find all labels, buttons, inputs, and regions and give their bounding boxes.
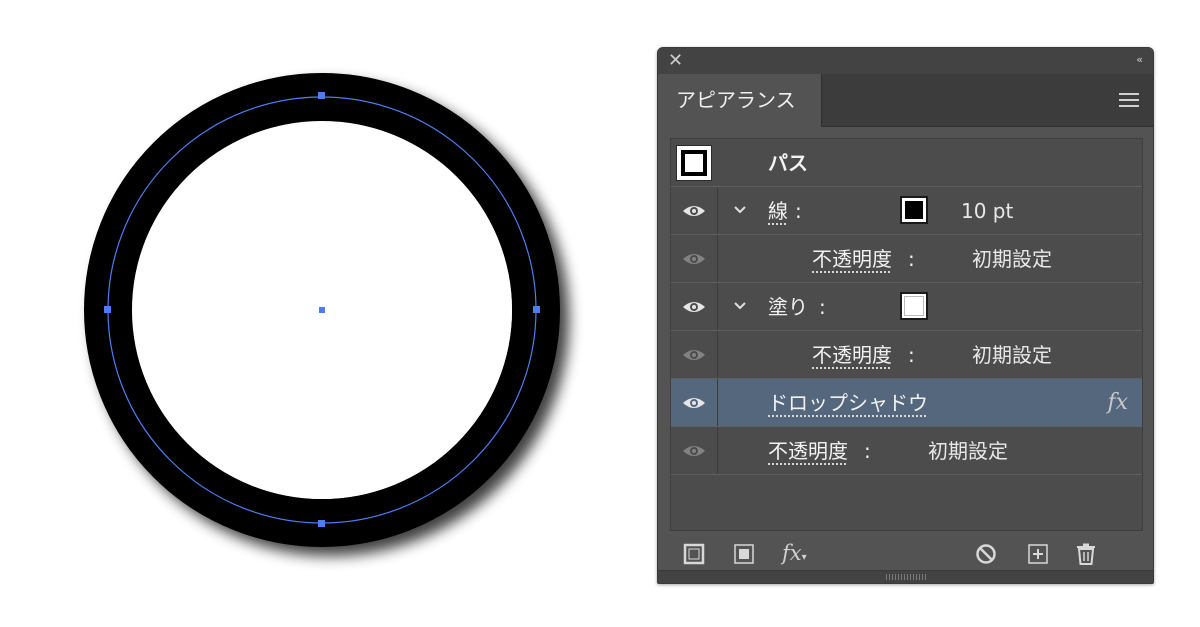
fill-opacity-colon: : — [908, 343, 915, 367]
visibility-eye-icon[interactable] — [682, 395, 706, 411]
opacity-colon: : — [864, 439, 871, 463]
tab-appearance[interactable]: アピアランス — [658, 74, 822, 127]
stroke-label[interactable]: 線 — [768, 187, 788, 235]
fill-color-swatch[interactable] — [900, 292, 928, 320]
effect-fx-icon[interactable]: fx — [1107, 379, 1128, 427]
opacity-value: 初期設定 — [928, 439, 1008, 463]
appearance-list: パス 線 : 10 pt 不透明度: 初期設定 塗り: 不透明度: 初期設… — [670, 138, 1143, 531]
fill-opacity-label[interactable]: 不透明度 — [812, 331, 892, 379]
stroke-opacity-row[interactable]: 不透明度 : 初期設定 — [671, 235, 1142, 283]
fill-opacity-value: 初期設定 — [972, 343, 1052, 367]
stroke-row[interactable]: 線 : 10 pt — [671, 187, 1142, 235]
visibility-eye-icon[interactable] — [682, 299, 706, 315]
drop-shadow-row[interactable]: ドロップシャドウ fx — [671, 379, 1142, 427]
grip-lines-icon — [886, 574, 926, 580]
fill-opacity-row[interactable]: 不透明度 : 初期設定 — [671, 331, 1142, 379]
visibility-eye-icon[interactable] — [682, 443, 706, 459]
panel-titlebar[interactable]: ✕ ‹‹ — [658, 48, 1153, 74]
anchor-point-left — [104, 306, 111, 313]
add-effect-icon[interactable]: fx▾ — [782, 538, 814, 565]
stroke-weight-value[interactable]: 10 pt — [961, 187, 1013, 235]
chevron-down-icon[interactable] — [733, 203, 747, 217]
anchor-point-top — [318, 92, 325, 99]
add-effect-label: fx — [782, 541, 802, 565]
anchor-point-bottom — [318, 520, 325, 527]
panel-resize-grip[interactable] — [658, 570, 1153, 583]
duplicate-item-icon[interactable] — [1026, 542, 1050, 566]
collapse-panel-icon[interactable]: ‹‹ — [1136, 51, 1143, 69]
fill-label[interactable]: 塗り — [768, 283, 808, 331]
clear-appearance-icon[interactable] — [974, 542, 998, 566]
visibility-eye-icon[interactable] — [682, 203, 706, 219]
stroke-color-swatch[interactable] — [900, 196, 928, 224]
anchor-point-right — [533, 306, 540, 313]
hamburger-menu-icon[interactable] — [1119, 93, 1139, 107]
drop-shadow-label[interactable]: ドロップシャドウ — [768, 379, 928, 427]
path-label: パス — [768, 151, 808, 175]
chevron-down-icon[interactable] — [733, 299, 747, 313]
stroke-opacity-label[interactable]: 不透明度 — [812, 235, 892, 283]
center-point — [319, 307, 325, 313]
opacity-row[interactable]: 不透明度 : 初期設定 — [671, 427, 1142, 475]
appearance-panel: ✕ ‹‹ アピアランス パス 線: 10 pt 不透明度: 初期設定 塗り … — [657, 47, 1154, 584]
delete-item-icon[interactable] — [1074, 542, 1098, 566]
stroke-opacity-colon: : — [908, 247, 915, 271]
visibility-eye-icon[interactable] — [682, 347, 706, 363]
fill-row[interactable]: 塗り : — [671, 283, 1142, 331]
fill-colon: : — [819, 295, 826, 319]
add-stroke-icon[interactable] — [682, 542, 706, 566]
path-row[interactable]: パス — [671, 139, 1142, 187]
opacity-label[interactable]: 不透明度 — [768, 427, 848, 475]
path-thumbnail-icon — [676, 145, 712, 181]
artboard-canvas[interactable] — [0, 0, 620, 627]
close-icon[interactable]: ✕ — [668, 50, 683, 72]
panel-tabbar: アピアランス — [658, 74, 1153, 127]
stroke-opacity-value: 初期設定 — [972, 247, 1052, 271]
add-fill-icon[interactable] — [732, 542, 756, 566]
panel-footer-toolbar: fx▾ — [658, 538, 1153, 574]
visibility-eye-icon[interactable] — [682, 251, 706, 267]
stroke-colon: : — [795, 199, 802, 223]
